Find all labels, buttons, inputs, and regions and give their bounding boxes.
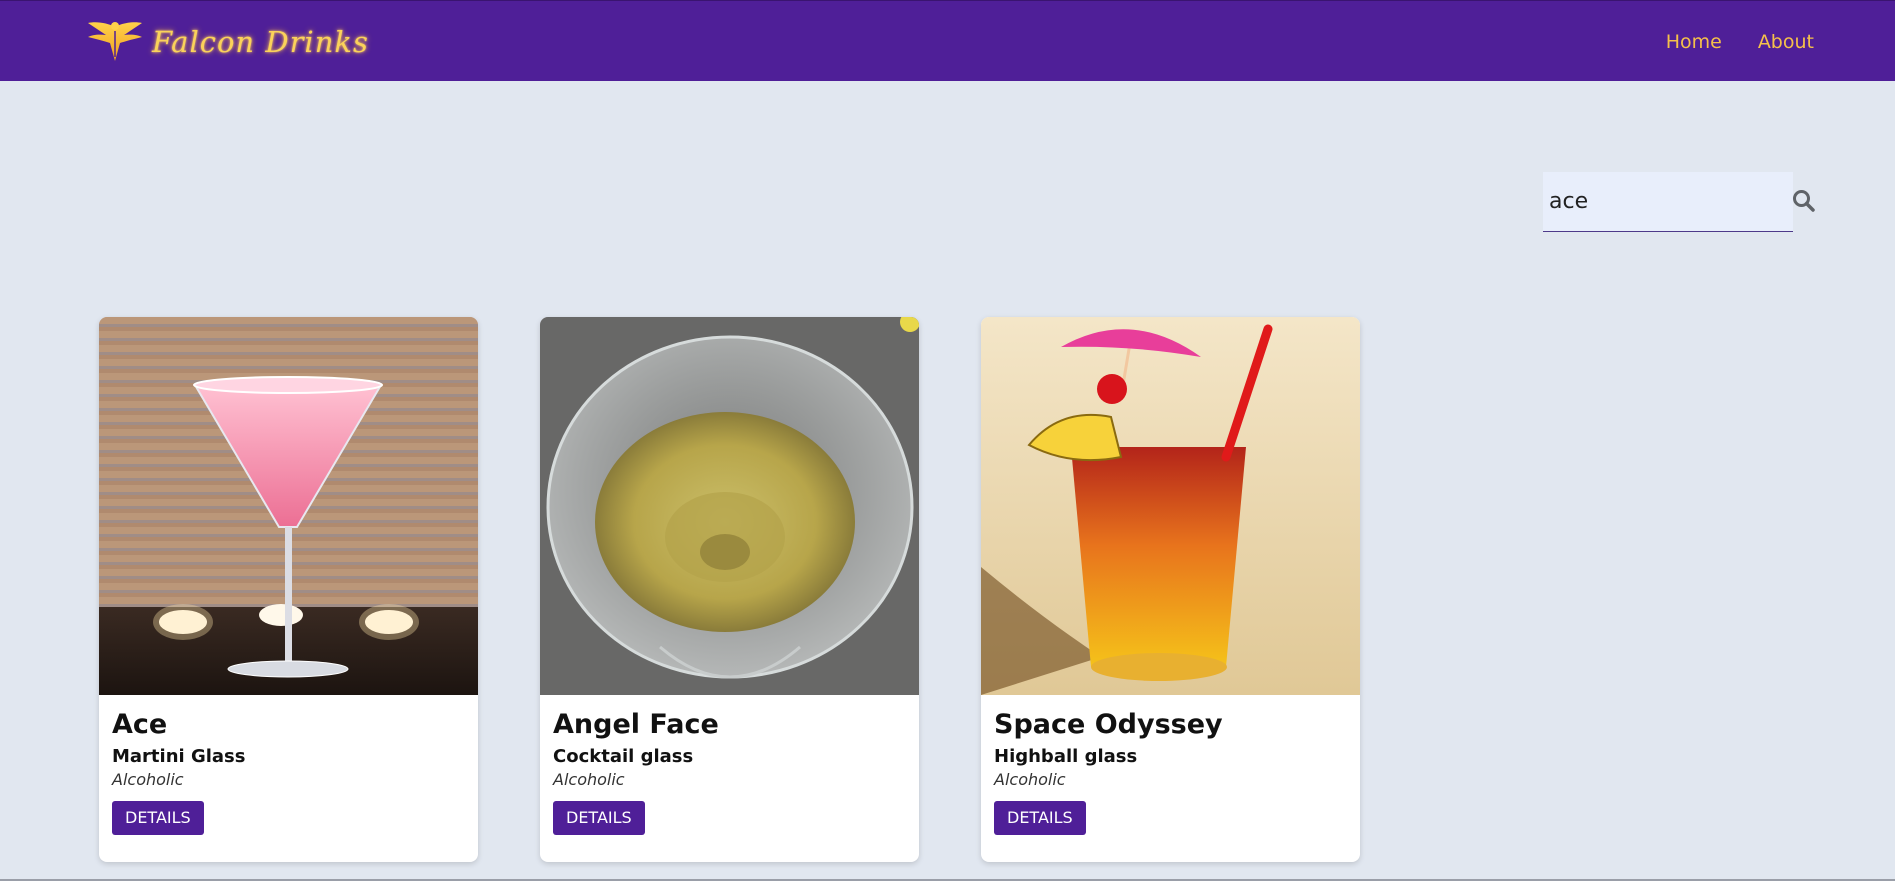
drink-image-angel-face (540, 317, 919, 695)
drink-card: Angel Face Cocktail glass Alcoholic DETA… (540, 317, 919, 862)
drink-title: Ace (112, 709, 168, 740)
card-body: Ace Martini Glass Alcoholic DETAILS (112, 708, 465, 835)
drink-title: Space Odyssey (994, 709, 1223, 740)
nav-link-about[interactable]: About (1758, 31, 1814, 53)
drink-card: Ace Martini Glass Alcoholic DETAILS (99, 317, 478, 862)
drink-type: Alcoholic (994, 770, 1066, 789)
brand-name: Falcon Drinks (152, 25, 369, 59)
navbar: Falcon Drinks Home About (0, 0, 1895, 81)
drink-title: Angel Face (553, 709, 719, 740)
nav-links: Home About (1666, 1, 1814, 82)
search-input[interactable] (1543, 172, 1793, 232)
drink-glass: Martini Glass (112, 746, 246, 767)
details-button[interactable]: DETAILS (553, 801, 645, 835)
details-button[interactable]: DETAILS (112, 801, 204, 835)
search-box (1543, 172, 1823, 232)
falcon-logo-icon (88, 22, 142, 61)
drink-type: Alcoholic (112, 770, 184, 789)
drink-type: Alcoholic (553, 770, 625, 789)
drink-glass: Cocktail glass (553, 746, 694, 767)
details-button[interactable]: DETAILS (994, 801, 1086, 835)
drink-image-ace (99, 317, 478, 695)
drink-glass: Highball glass (994, 746, 1138, 767)
nav-link-home[interactable]: Home (1666, 31, 1722, 53)
drink-card: Space Odyssey Highball glass Alcoholic D… (981, 317, 1360, 862)
brand[interactable]: Falcon Drinks (86, 17, 369, 67)
card-body: Angel Face Cocktail glass Alcoholic DETA… (553, 708, 906, 835)
drink-image-space-odyssey (981, 317, 1360, 695)
search-icon[interactable] (1791, 188, 1817, 214)
card-body: Space Odyssey Highball glass Alcoholic D… (994, 708, 1347, 835)
